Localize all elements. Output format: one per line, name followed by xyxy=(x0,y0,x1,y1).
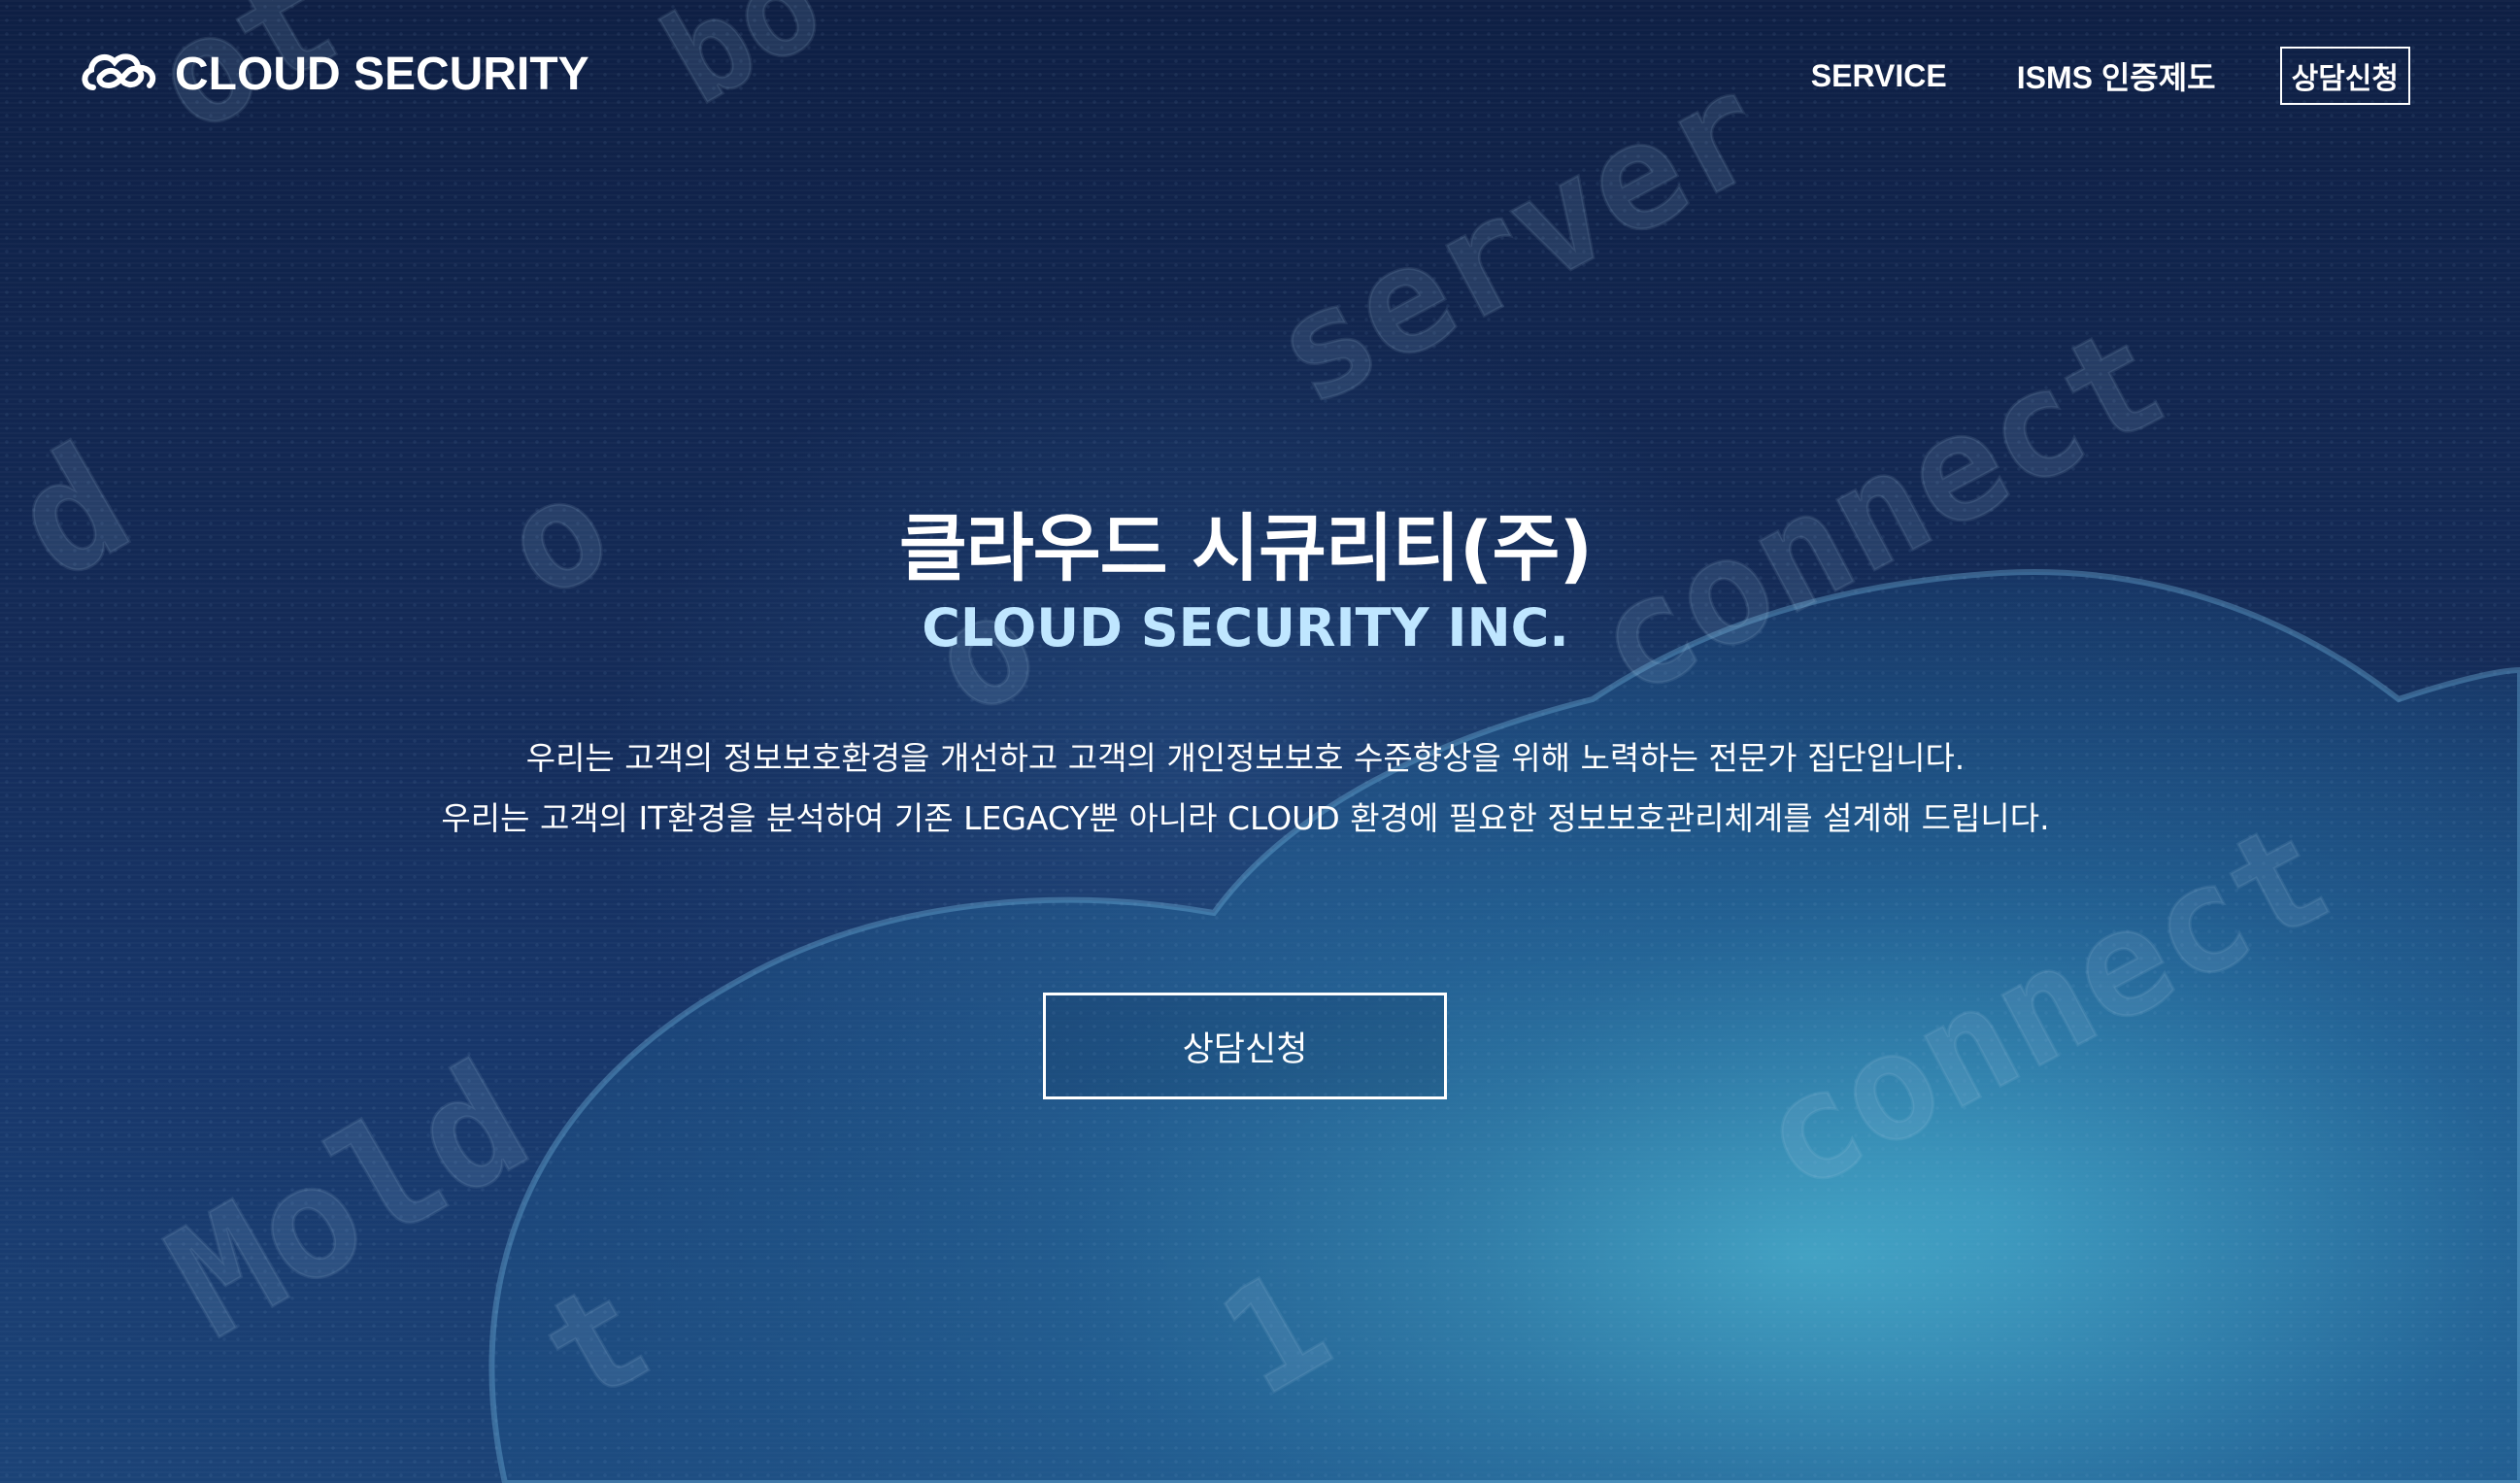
logo[interactable]: CLOUD SECURITY xyxy=(80,47,589,101)
svg-text:server: server xyxy=(1248,43,1792,439)
hero-description-line-2: 우리는 고객의 IT환경을 분석하여 기존 LEGACY뿐 아니라 CLOUD … xyxy=(441,799,2050,837)
cloud-shape xyxy=(488,569,2520,1483)
main-nav: SERVICE ISMS 인증제도 상담신청 xyxy=(1741,47,2410,105)
nav-service-link[interactable]: SERVICE xyxy=(1811,58,1947,94)
logo-text: CLOUD SECURITY xyxy=(175,48,589,100)
svg-text:bo: bo xyxy=(641,0,847,133)
consult-button[interactable]: 상담신청 xyxy=(1043,993,1447,1099)
hero-title-korean: 클라우드 시큐리티(주) xyxy=(898,505,1593,591)
hero-description-line-1: 우리는 고객의 정보보호환경을 개선하고 고객의 개인정보보호 수준향상을 위해… xyxy=(525,739,1966,777)
cloud-infinity-icon xyxy=(82,53,156,90)
hero-title-english: CLOUD SECURITY INC. xyxy=(922,597,1569,658)
nav-isms-link[interactable]: ISMS 인증제도 xyxy=(2017,53,2216,98)
nav-consult-button[interactable]: 상담신청 xyxy=(2279,47,2410,105)
hero-section: server connect connect Mold d o o ot bo … xyxy=(0,0,2520,1483)
